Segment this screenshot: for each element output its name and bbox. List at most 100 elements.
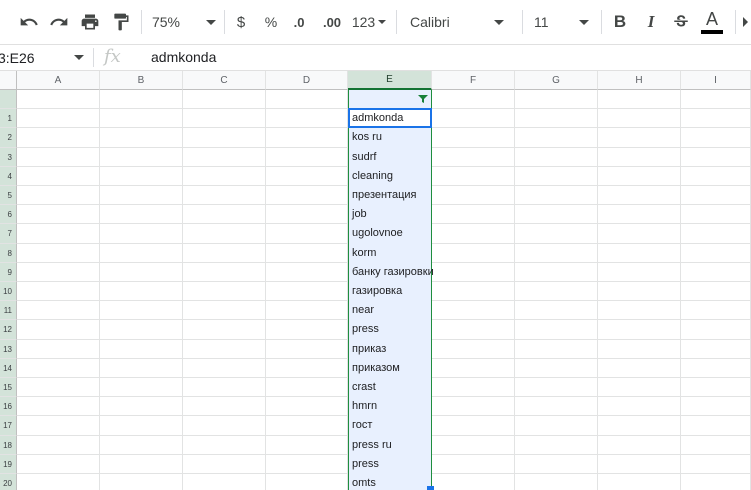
spreadsheet-grid[interactable]: ABCDEFGHI 1 2 3 4 5 6 7 8 9 10 11 12 13 14 15 16 17 18 19 2… bbox=[0, 71, 751, 490]
cell-e[interactable]: press bbox=[352, 320, 379, 339]
decrease-decimal-button[interactable]: .0 bbox=[287, 8, 311, 36]
column-header-d[interactable]: D bbox=[266, 71, 348, 90]
cell-e[interactable]: near bbox=[352, 301, 374, 320]
row-header[interactable]: 17 bbox=[0, 416, 17, 436]
number-format-label: 123 bbox=[351, 14, 376, 30]
cell-e[interactable]: omts bbox=[352, 474, 376, 490]
print-icon bbox=[81, 14, 99, 30]
chevron-down-icon bbox=[74, 55, 84, 60]
increase-decimal-label: .00 bbox=[322, 14, 342, 30]
cell-e[interactable]: газировка bbox=[352, 282, 402, 301]
formula-input[interactable]: admkonda bbox=[151, 49, 216, 65]
formula-bar: 3:E26 fx admkonda bbox=[0, 44, 751, 71]
cell-e[interactable]: kos ru bbox=[352, 128, 382, 147]
strikethrough-button[interactable] bbox=[670, 8, 692, 36]
redo-button[interactable] bbox=[46, 8, 72, 36]
fill-handle[interactable] bbox=[427, 486, 434, 490]
row-header[interactable]: 10 bbox=[0, 282, 17, 302]
zoom-value: 75% bbox=[151, 14, 181, 30]
row-header[interactable]: 12 bbox=[0, 320, 17, 340]
row-header[interactable]: 15 bbox=[0, 378, 17, 398]
cell-e[interactable]: admkonda bbox=[352, 109, 403, 128]
chevron-down-icon bbox=[206, 19, 217, 25]
row-header[interactable]: 14 bbox=[0, 358, 17, 378]
font-size-value: 11 bbox=[534, 14, 549, 30]
cell-e[interactable]: crast bbox=[352, 378, 376, 397]
increase-decimal-button[interactable]: .00 bbox=[318, 8, 346, 36]
number-format-select[interactable]: 123 bbox=[351, 8, 387, 36]
font-family-value: Calibri bbox=[410, 14, 450, 30]
toolbar-divider bbox=[601, 10, 602, 34]
percent-label: % bbox=[264, 14, 278, 30]
toolbar-divider bbox=[224, 10, 225, 34]
bold-button[interactable]: B bbox=[609, 8, 631, 36]
font-family-select[interactable]: Calibri bbox=[410, 8, 512, 36]
zoom-select[interactable]: 75% bbox=[150, 8, 218, 36]
currency-format-button[interactable]: $ bbox=[230, 8, 252, 36]
cell-e[interactable]: ugolovnoe bbox=[352, 224, 403, 243]
undo-button[interactable] bbox=[16, 8, 42, 36]
cell-e[interactable]: press bbox=[352, 455, 379, 474]
row-header[interactable]: 3 bbox=[0, 147, 17, 167]
row-header[interactable] bbox=[0, 90, 17, 110]
name-box[interactable]: 3:E26 bbox=[0, 45, 92, 70]
column-header-g[interactable]: G bbox=[515, 71, 598, 90]
cell-e[interactable]: cleaning bbox=[352, 167, 393, 186]
row-header[interactable]: 19 bbox=[0, 454, 17, 474]
paint-format-icon bbox=[114, 13, 129, 31]
print-button[interactable] bbox=[77, 8, 103, 36]
chevron-down-icon bbox=[378, 20, 387, 24]
column-gridline bbox=[514, 90, 515, 490]
chevron-down-icon bbox=[493, 19, 504, 25]
cell-e[interactable]: sudrf bbox=[352, 148, 376, 167]
row-header[interactable]: 1 bbox=[0, 109, 17, 129]
column-header-b[interactable]: B bbox=[100, 71, 183, 90]
toolbar: 75% $ % .0 .00 123 Calibri 11 B I A bbox=[0, 0, 751, 44]
column-header-c[interactable]: C bbox=[183, 71, 266, 90]
fx-icon: fx bbox=[104, 46, 121, 67]
cell-e[interactable]: job bbox=[352, 205, 367, 224]
row-header[interactable]: 9 bbox=[0, 262, 17, 282]
row-header[interactable]: 2 bbox=[0, 128, 17, 148]
column-gridline bbox=[597, 90, 598, 490]
column-header-i[interactable]: I bbox=[681, 71, 751, 90]
row-header[interactable]: 18 bbox=[0, 435, 17, 455]
row-header[interactable]: 5 bbox=[0, 186, 17, 206]
toolbar-divider bbox=[396, 10, 397, 34]
column-gridline bbox=[265, 90, 266, 490]
column-header-e[interactable]: E bbox=[348, 71, 432, 90]
cell-e[interactable]: банку газировки bbox=[352, 263, 434, 282]
row-header[interactable]: 6 bbox=[0, 205, 17, 225]
row-header[interactable]: 7 bbox=[0, 224, 17, 244]
cell-e[interactable]: korm bbox=[352, 244, 376, 263]
decrease-decimal-label: .0 bbox=[293, 14, 305, 30]
strikethrough-icon bbox=[674, 15, 688, 27]
cell-e[interactable]: hmrn bbox=[352, 397, 377, 416]
cell-e[interactable]: презентация bbox=[352, 186, 417, 205]
select-all-corner[interactable] bbox=[0, 71, 17, 90]
row-header[interactable]: 4 bbox=[0, 166, 17, 186]
toolbar-divider bbox=[522, 10, 523, 34]
row-header[interactable]: 13 bbox=[0, 339, 17, 359]
fill-color-button[interactable] bbox=[741, 8, 751, 36]
text-color-swatch bbox=[701, 30, 723, 34]
cell-e[interactable]: press ru bbox=[352, 436, 392, 455]
paint-format-button[interactable] bbox=[108, 8, 134, 36]
column-header-f[interactable]: F bbox=[432, 71, 515, 90]
row-header[interactable]: 20 bbox=[0, 474, 17, 490]
filter-icon[interactable] bbox=[418, 94, 428, 104]
currency-label: $ bbox=[236, 13, 246, 31]
row-header[interactable]: 11 bbox=[0, 301, 17, 321]
row-header[interactable]: 8 bbox=[0, 243, 17, 263]
cell-e[interactable]: приказ bbox=[352, 340, 386, 359]
column-header-h[interactable]: H bbox=[598, 71, 681, 90]
bold-label: B bbox=[613, 12, 627, 31]
text-color-button[interactable]: A bbox=[700, 8, 724, 36]
column-header-a[interactable]: A bbox=[17, 71, 100, 90]
percent-format-button[interactable]: % bbox=[260, 8, 282, 36]
font-size-select[interactable]: 11 bbox=[534, 8, 596, 36]
cell-e[interactable]: приказом bbox=[352, 359, 400, 378]
row-header[interactable]: 16 bbox=[0, 397, 17, 417]
cell-e[interactable]: гост bbox=[352, 416, 372, 435]
italic-button[interactable]: I bbox=[640, 8, 662, 36]
